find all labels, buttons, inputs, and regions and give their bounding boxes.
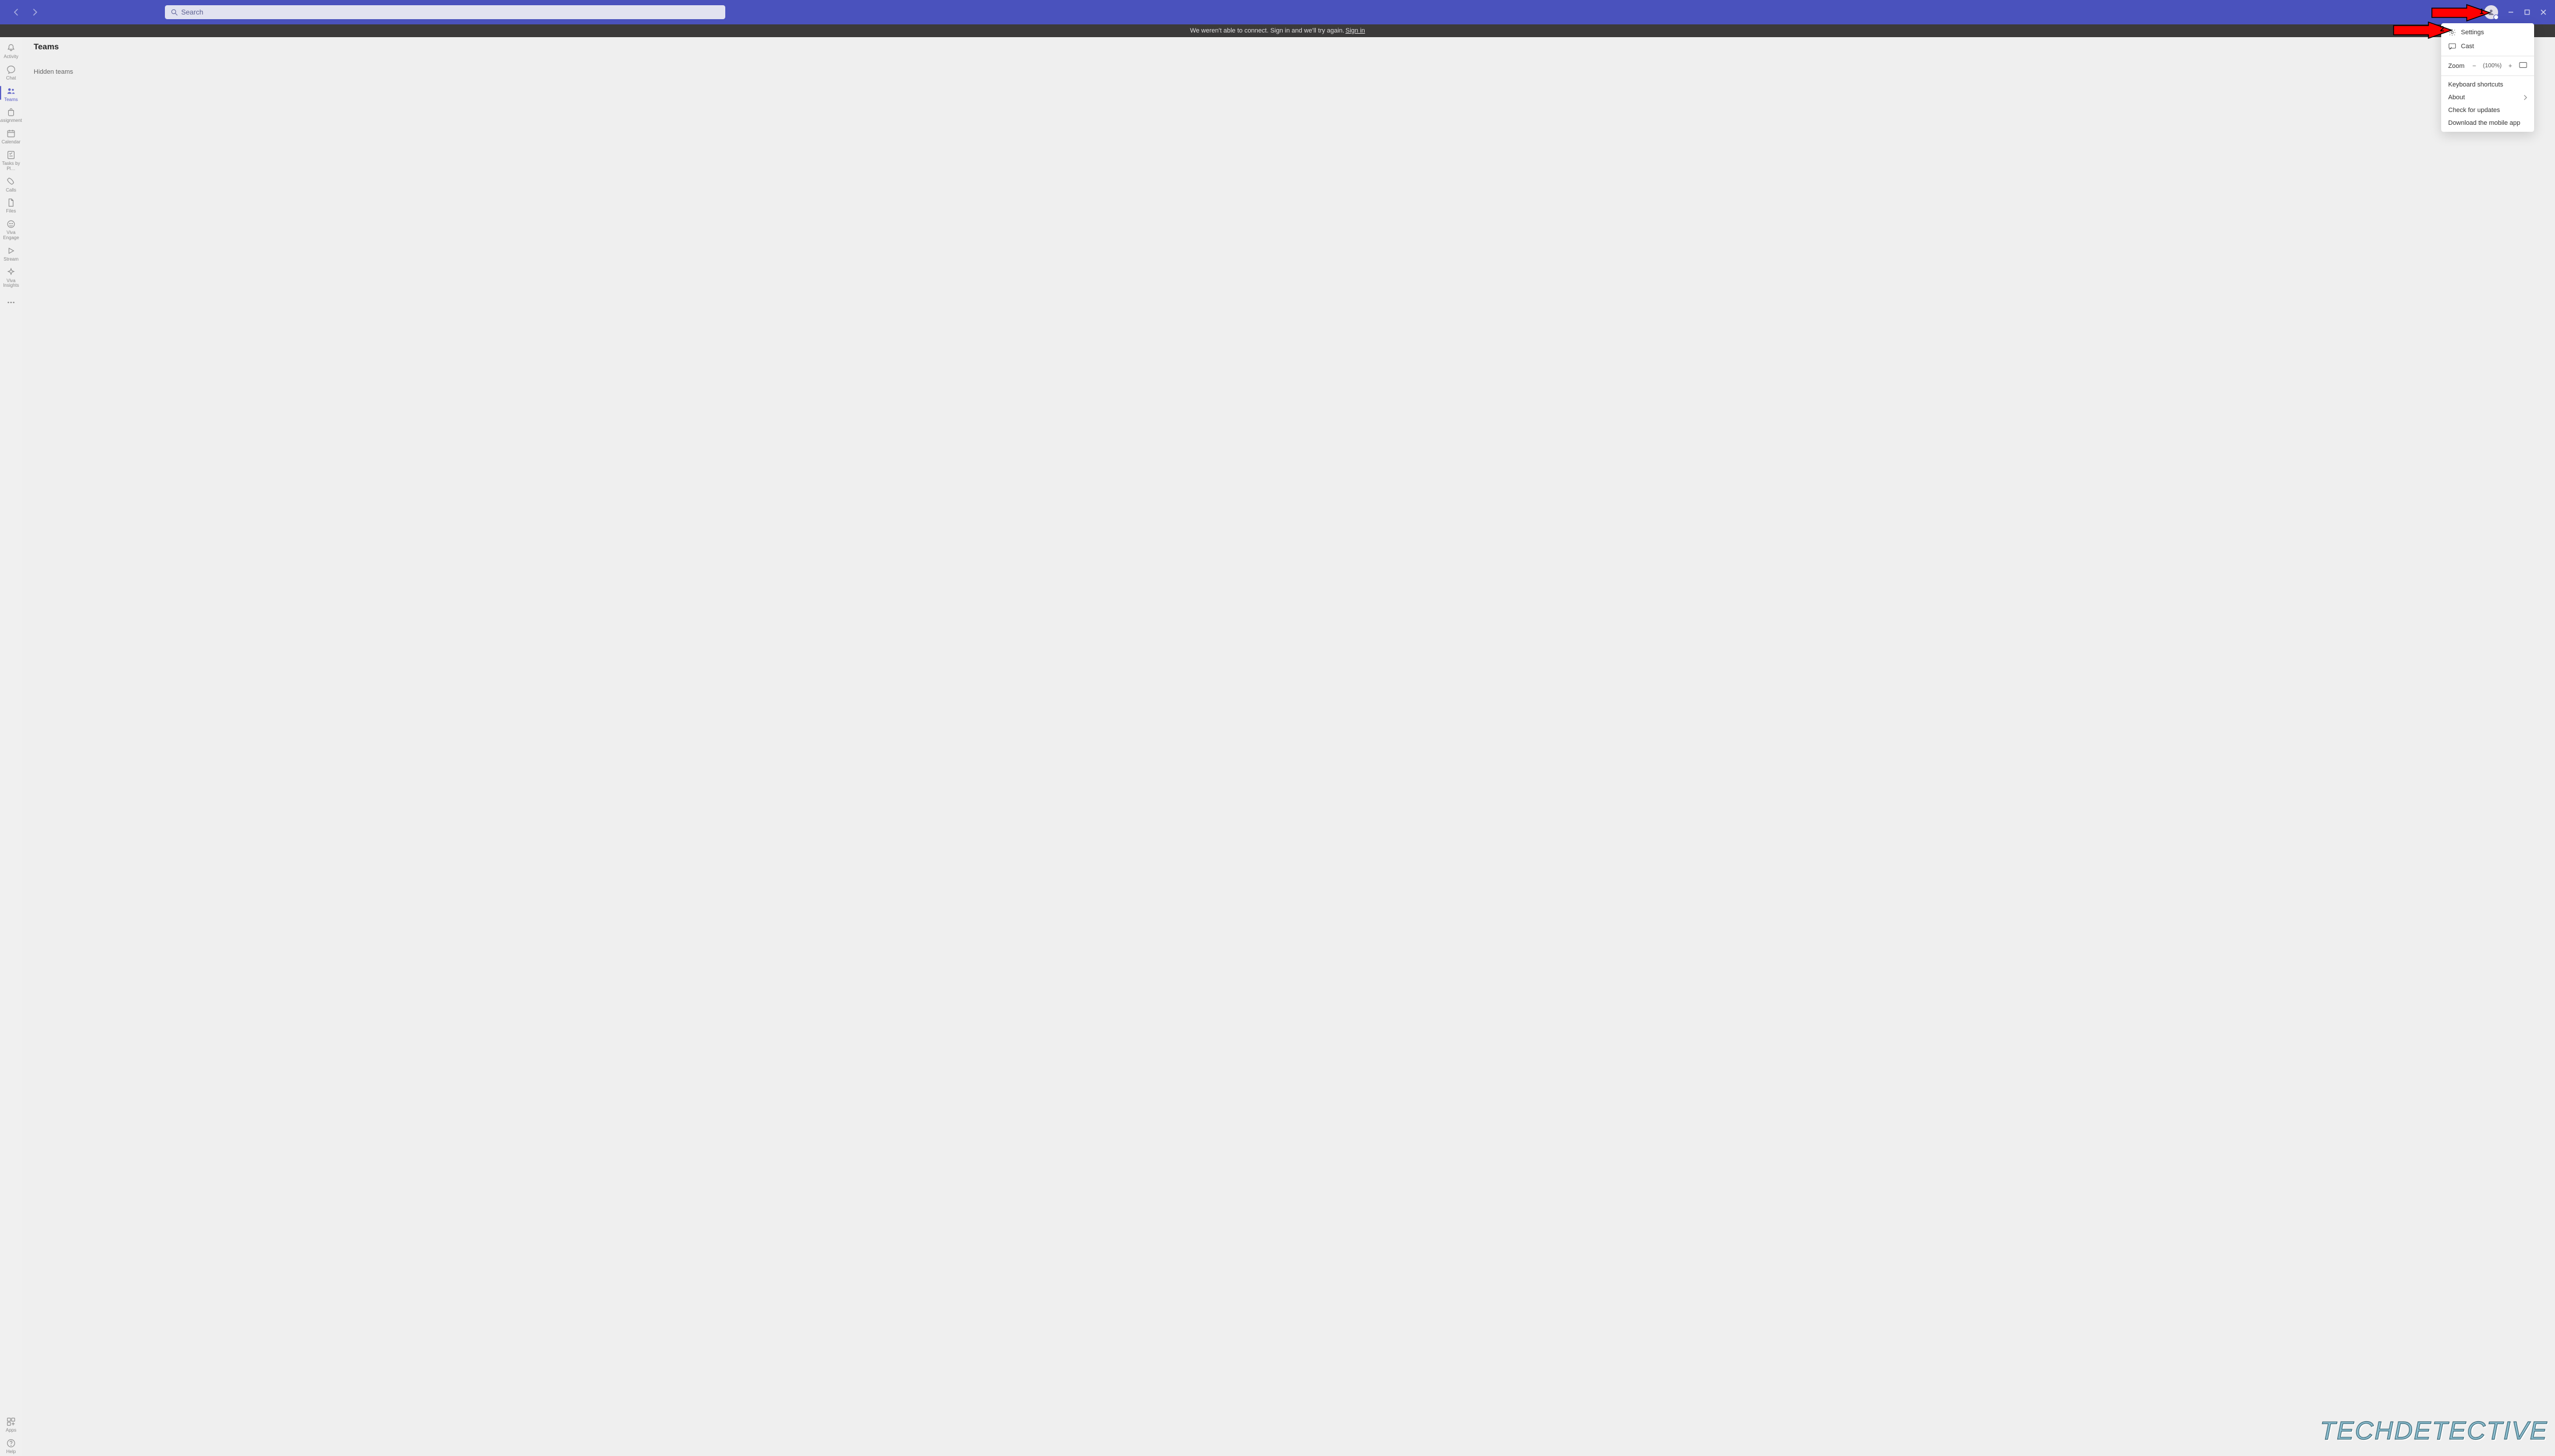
chevron-right-icon: [31, 9, 38, 16]
menu-zoom: Zoom − (100%) +: [2441, 59, 2534, 73]
menu-cast[interactable]: Cast: [2441, 39, 2534, 53]
menu-about[interactable]: About: [2441, 91, 2534, 104]
ellipsis-icon: [2467, 8, 2475, 16]
zoom-fullscreen-button[interactable]: [2519, 62, 2527, 70]
menu-cast-label: Cast: [2461, 43, 2474, 50]
chat-icon: [6, 64, 16, 75]
zoom-label: Zoom: [2448, 63, 2469, 70]
menu-download-app[interactable]: Download the mobile app: [2441, 117, 2534, 129]
minimize-button[interactable]: [2503, 4, 2519, 20]
gear-icon: [2448, 28, 2456, 37]
rail-label: Assignments: [0, 118, 24, 124]
calendar-icon: [6, 128, 16, 139]
rail-label: Apps: [6, 1428, 16, 1433]
rail-label: Viva Insights: [0, 279, 22, 289]
app-body: Activity Chat Teams Assignments Calendar…: [0, 37, 2555, 1456]
rail-tasks[interactable]: Tasks by Pl…: [0, 146, 22, 173]
rail-label: Stream: [3, 257, 19, 262]
teams-icon: [6, 86, 16, 96]
play-icon: [6, 246, 16, 256]
banner-sign-in-link[interactable]: Sign in: [1345, 27, 1365, 34]
presence-dot: [2493, 15, 2499, 20]
rail-viva-engage[interactable]: Viva Engage: [0, 215, 22, 242]
close-window-button[interactable]: [2535, 4, 2552, 20]
menu-settings-label: Settings: [2461, 29, 2484, 36]
rail-label: Activity: [3, 55, 18, 60]
menu-shortcuts-label: Keyboard shortcuts: [2448, 81, 2503, 88]
ellipsis-icon: [6, 298, 16, 307]
rail-chat[interactable]: Chat: [0, 61, 22, 82]
search-placeholder: Search: [181, 8, 203, 16]
help-icon: [6, 1438, 16, 1448]
rail-teams[interactable]: Teams: [0, 82, 22, 104]
rail-calls[interactable]: Calls: [0, 173, 22, 194]
rail-files[interactable]: Files: [0, 194, 22, 215]
rail-label: Calendar: [2, 140, 20, 145]
rail-apps[interactable]: Apps: [0, 1413, 22, 1435]
tasks-icon: [6, 150, 16, 160]
zoom-out-button[interactable]: −: [2469, 63, 2480, 70]
hidden-teams-label: Hidden teams: [34, 69, 73, 75]
rail-label: Help: [6, 1450, 16, 1455]
bell-icon: [6, 43, 16, 53]
nav-forward-button[interactable]: [27, 4, 43, 20]
app-rail: Activity Chat Teams Assignments Calendar…: [0, 37, 22, 1456]
rail-activity[interactable]: Activity: [0, 39, 22, 61]
rail-more-button[interactable]: [0, 294, 22, 308]
menu-keyboard-shortcuts[interactable]: Keyboard shortcuts: [2441, 78, 2534, 91]
bag-icon: [6, 107, 16, 117]
fullscreen-icon: [2519, 62, 2527, 69]
rail-label: Tasks by Pl…: [0, 161, 22, 172]
minimize-icon: [2507, 9, 2514, 16]
rail-assignments[interactable]: Assignments: [0, 103, 22, 125]
menu-divider: [2441, 75, 2534, 76]
rail-calendar[interactable]: Calendar: [0, 125, 22, 146]
phone-icon: [6, 176, 16, 187]
rail-label: Chat: [6, 76, 16, 81]
menu-check-updates-label: Check for updates: [2448, 107, 2500, 114]
maximize-button[interactable]: [2519, 4, 2535, 20]
connect-banner: We weren't able to connect. Sign in and …: [0, 24, 2555, 37]
chevron-right-icon: [2522, 95, 2528, 100]
menu-download-app-label: Download the mobile app: [2448, 120, 2520, 127]
titlebar: Search: [0, 0, 2555, 24]
chevron-left-icon: [13, 9, 20, 16]
watermark: TECHDETECTIVE: [2320, 1417, 2548, 1446]
rail-viva-insights[interactable]: Viva Insights: [0, 264, 22, 290]
menu-settings[interactable]: Settings: [2441, 26, 2534, 39]
sparkle-icon: [6, 267, 16, 277]
nav-back-button[interactable]: [8, 4, 24, 20]
more-options-button[interactable]: [2463, 4, 2480, 20]
apps-icon: [6, 1417, 16, 1427]
menu-check-updates[interactable]: Check for updates: [2441, 104, 2534, 117]
main-content: Teams Hidden teams: [22, 37, 2555, 1456]
profile-button[interactable]: [2484, 5, 2498, 19]
search-input[interactable]: Search: [165, 5, 725, 19]
file-icon: [6, 197, 16, 208]
maximize-icon: [2524, 9, 2531, 16]
page-title: Teams: [34, 42, 59, 51]
banner-text: We weren't able to connect. Sign in and …: [1190, 27, 1344, 34]
rail-label: Files: [6, 209, 16, 214]
community-icon: [6, 219, 16, 229]
menu-about-label: About: [2448, 94, 2465, 101]
zoom-in-button[interactable]: +: [2505, 63, 2516, 70]
close-icon: [2540, 9, 2547, 16]
rail-label: Viva Engage: [0, 230, 22, 241]
rail-help[interactable]: Help: [0, 1435, 22, 1456]
search-icon: [171, 9, 178, 16]
rail-label: Teams: [4, 98, 18, 103]
zoom-value: (100%): [2480, 63, 2505, 69]
cast-icon: [2448, 42, 2456, 51]
settings-dropdown: Settings Cast Zoom − (100%) + Keyboard s…: [2441, 23, 2534, 132]
rail-stream[interactable]: Stream: [0, 242, 22, 264]
rail-label: Calls: [6, 188, 16, 193]
